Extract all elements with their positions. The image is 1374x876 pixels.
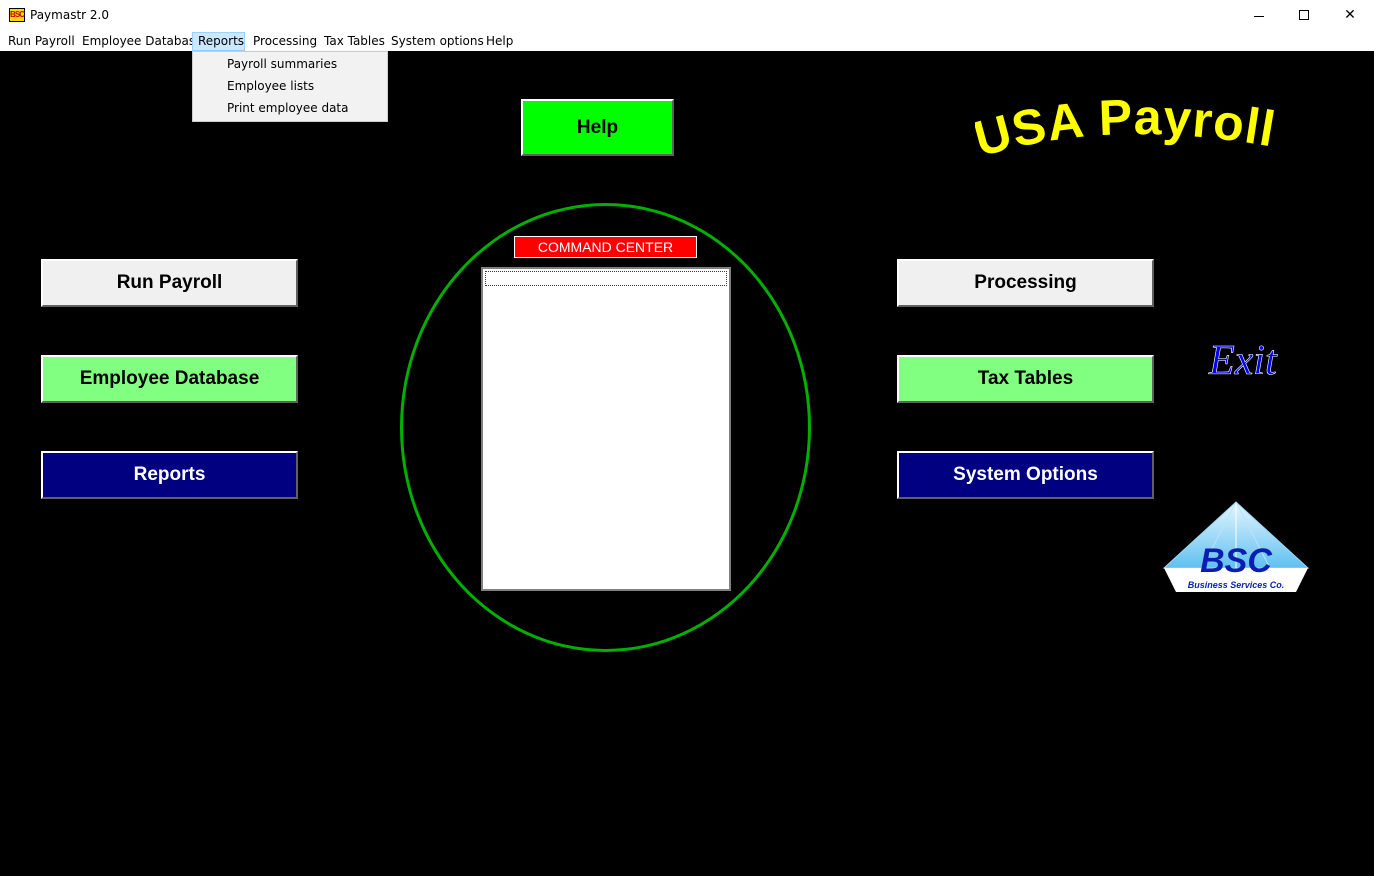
menu-item-print-employee-data[interactable]: Print employee data: [227, 101, 349, 115]
bsc-logo: BSC Business Services Co.: [1162, 501, 1310, 592]
menu-system-options[interactable]: System options: [386, 32, 489, 51]
title-bar: BSC Paymastr 2.0 ✕: [0, 0, 1374, 30]
minimize-button[interactable]: [1236, 0, 1282, 30]
exit-button[interactable]: Exit: [1205, 332, 1295, 392]
run-payroll-button[interactable]: Run Payroll: [41, 259, 298, 307]
brand-title-text: USA Payroll: [975, 95, 1279, 167]
help-button[interactable]: Help: [521, 99, 674, 156]
menu-tax-tables[interactable]: Tax Tables: [319, 32, 390, 51]
menu-item-employee-lists[interactable]: Employee lists: [227, 79, 314, 93]
menu-processing[interactable]: Processing: [248, 32, 322, 51]
list-item[interactable]: [485, 271, 727, 286]
menu-employee-database[interactable]: Employee Database: [77, 32, 208, 51]
exit-label: Exit: [1208, 338, 1278, 384]
employee-database-button[interactable]: Employee Database: [41, 355, 298, 403]
menu-item-payroll-summaries[interactable]: Payroll summaries: [227, 57, 337, 71]
reports-button[interactable]: Reports: [41, 451, 298, 499]
app-icon: BSC: [9, 8, 25, 22]
system-options-button[interactable]: System Options: [897, 451, 1154, 499]
tax-tables-button[interactable]: Tax Tables: [897, 355, 1154, 403]
maximize-button[interactable]: [1281, 0, 1327, 30]
menu-bar: Run Payroll Employee Database Reports Pr…: [0, 30, 1374, 51]
minimize-icon: [1254, 15, 1264, 17]
brand-title: USA Payroll: [975, 95, 1280, 167]
command-center-list[interactable]: [481, 267, 731, 591]
close-icon: ✕: [1344, 7, 1356, 23]
close-button[interactable]: ✕: [1327, 0, 1373, 30]
maximize-icon: [1299, 10, 1309, 20]
reports-dropdown: Payroll summaries Employee lists Print e…: [192, 51, 388, 122]
menu-reports[interactable]: Reports: [192, 32, 245, 51]
svg-text:USA Payroll: USA Payroll: [975, 95, 1280, 167]
bsc-logo-letters: BSC: [1200, 542, 1272, 580]
bsc-logo-subtitle: Business Services Co.: [1188, 580, 1285, 590]
processing-button[interactable]: Processing: [897, 259, 1154, 307]
command-center-label: COMMAND CENTER: [514, 236, 697, 258]
menu-help[interactable]: Help: [481, 32, 518, 51]
window-title: Paymastr 2.0: [30, 8, 109, 22]
menu-run-payroll[interactable]: Run Payroll: [3, 32, 80, 51]
